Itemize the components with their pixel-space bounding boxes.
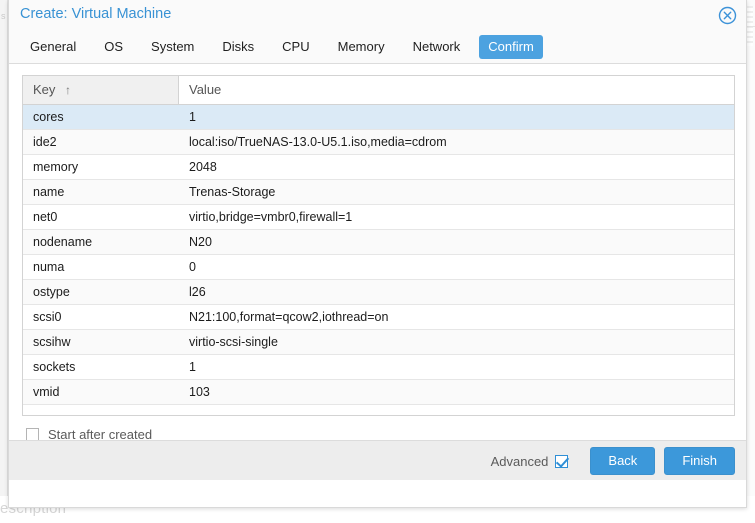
cell-value: Trenas-Storage — [189, 185, 276, 199]
table-row-empty — [23, 405, 734, 415]
tab-system[interactable]: System — [142, 35, 203, 59]
tab-memory[interactable]: Memory — [329, 35, 394, 59]
cell-value: 1 — [189, 360, 196, 374]
backdrop-right-strip — [741, 0, 755, 523]
cell-key: net0 — [33, 210, 58, 224]
cell-key: name — [33, 185, 65, 199]
tab-network[interactable]: Network — [404, 35, 470, 59]
column-header-value[interactable]: Value — [179, 76, 734, 104]
cell-key: ostype — [33, 285, 70, 299]
column-header-key-label: Key — [33, 82, 56, 97]
cell-value: 2048 — [189, 160, 217, 174]
cell-key: ide2 — [33, 135, 57, 149]
backdrop-left-text: s s — [1, 11, 8, 21]
confirm-summary-grid: Key ↑ Value cores 1 ide2 local:iso/TrueNAS-… — [22, 75, 735, 416]
dialog-body: Key ↑ Value cores 1 ide2 local:iso/TrueNAS-… — [9, 64, 746, 442]
cell-value: N21:100,format=qcow2,iothread=on — [189, 310, 389, 324]
table-row[interactable]: nodename N20 — [23, 230, 734, 255]
cell-key: cores — [33, 110, 64, 124]
cell-value: 0 — [189, 260, 196, 274]
backdrop-left-strip — [0, 0, 8, 523]
table-row[interactable]: memory 2048 — [23, 155, 734, 180]
cell-value: local:iso/TrueNAS-13.0-U5.1.iso,media=cd… — [189, 135, 447, 149]
table-row[interactable]: ostype l26 — [23, 280, 734, 305]
column-header-key[interactable]: Key ↑ — [23, 76, 179, 104]
table-row[interactable]: sockets 1 — [23, 355, 734, 380]
cell-value: 1 — [189, 110, 196, 124]
table-row[interactable]: scsihw virtio-scsi-single — [23, 330, 734, 355]
cell-key: numa — [33, 260, 65, 274]
tab-confirm[interactable]: Confirm — [479, 35, 543, 59]
cell-value: virtio,bridge=vmbr0,firewall=1 — [189, 210, 353, 224]
close-circle-icon[interactable] — [718, 6, 737, 25]
grid-body: cores 1 ide2 local:iso/TrueNAS-13.0-U5.1.is… — [23, 105, 734, 415]
table-row[interactable]: scsi0 N21:100,format=qcow2,iothread=on — [23, 305, 734, 330]
cell-value: virtio-scsi-single — [189, 335, 278, 349]
cell-value: l26 — [189, 285, 206, 299]
cell-key-empty — [23, 405, 179, 415]
create-vm-dialog: Create: Virtual Machine General OS System D… — [8, 0, 747, 508]
sort-ascending-icon: ↑ — [65, 83, 72, 97]
finish-button[interactable]: Finish — [664, 447, 735, 475]
cell-key: nodename — [33, 235, 93, 249]
dialog-title: Create: Virtual Machine — [20, 6, 172, 22]
advanced-checkbox[interactable] — [555, 454, 569, 468]
cell-key: vmid — [33, 385, 60, 399]
dialog-footer-controls: Advanced Back Finish — [491, 447, 735, 475]
cell-key: scsihw — [33, 335, 71, 349]
table-row[interactable]: net0 virtio,bridge=vmbr0,firewall=1 — [23, 205, 734, 230]
cell-value: N20 — [189, 235, 212, 249]
grid-header-row: Key ↑ Value — [23, 76, 734, 105]
table-row[interactable]: numa 0 — [23, 255, 734, 280]
cell-value: 103 — [189, 385, 210, 399]
cell-value-empty — [179, 405, 734, 415]
back-button[interactable]: Back — [590, 447, 656, 475]
cell-key: memory — [33, 160, 79, 174]
table-row[interactable]: name Trenas-Storage — [23, 180, 734, 205]
tab-disks[interactable]: Disks — [213, 35, 263, 59]
tab-general[interactable]: General — [21, 35, 85, 59]
advanced-label: Advanced — [490, 453, 549, 469]
dialog-tab-bar: General OS System Disks CPU Memory Network Conf… — [9, 31, 746, 64]
dialog-footer: Advanced Back Finish — [9, 440, 746, 480]
cell-key: sockets — [33, 360, 76, 374]
cell-key: scsi0 — [33, 310, 62, 324]
tab-os[interactable]: OS — [95, 35, 132, 59]
tab-cpu[interactable]: CPU — [273, 35, 318, 59]
table-row[interactable]: ide2 local:iso/TrueNAS-13.0-U5.1.iso,medi… — [23, 130, 734, 155]
table-row[interactable]: cores 1 — [23, 105, 734, 130]
column-header-value-label: Value — [189, 82, 222, 97]
table-row[interactable]: vmid 103 — [23, 380, 734, 405]
dialog-header: Create: Virtual Machine — [9, 0, 746, 31]
